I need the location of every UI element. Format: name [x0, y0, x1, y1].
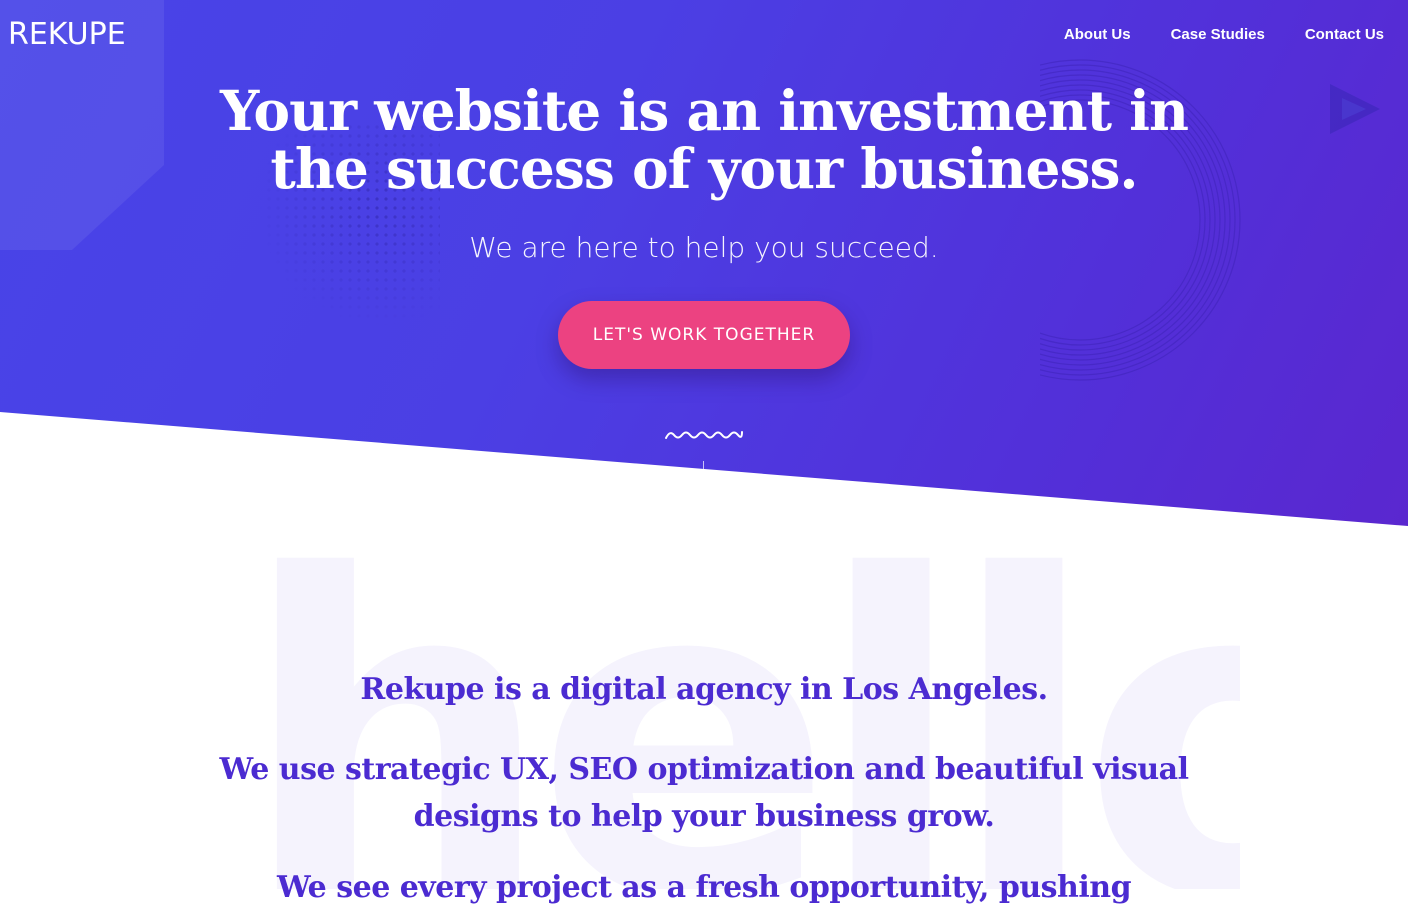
hero-section: REKUPE About Us Case Studies Contact Us … [0, 0, 1408, 526]
hero-headline-line2: the success of your business. [270, 136, 1138, 201]
nav-case-studies[interactable]: Case Studies [1171, 26, 1265, 44]
about-paragraph-2: We use strategic UX, SEO optimization an… [0, 746, 1408, 840]
lets-work-together-button[interactable]: LET'S WORK TOGETHER [558, 301, 850, 369]
nav-contact-us[interactable]: Contact Us [1305, 26, 1384, 44]
wave-icon [665, 431, 743, 439]
about-paragraph-3: We see every project as a fresh opportun… [276, 870, 1132, 905]
main-nav: About Us Case Studies Contact Us [1064, 26, 1384, 44]
nav-about-us[interactable]: About Us [1064, 26, 1131, 44]
hero-subheadline: We are here to help you succeed. [469, 231, 939, 264]
hero-headline: Your website is an investment in the suc… [0, 82, 1408, 198]
about-paragraph-1: Rekupe is a digital agency in Los Angele… [360, 672, 1048, 707]
scroll-indicator[interactable] [703, 461, 704, 471]
hero-headline-line1: Your website is an investment in [219, 78, 1189, 143]
about-paragraph-2-line1: We use strategic UX, SEO optimization an… [219, 752, 1190, 787]
logo[interactable]: REKUPE [8, 18, 126, 52]
about-paragraph-2-line2: designs to help your business grow. [413, 799, 995, 834]
